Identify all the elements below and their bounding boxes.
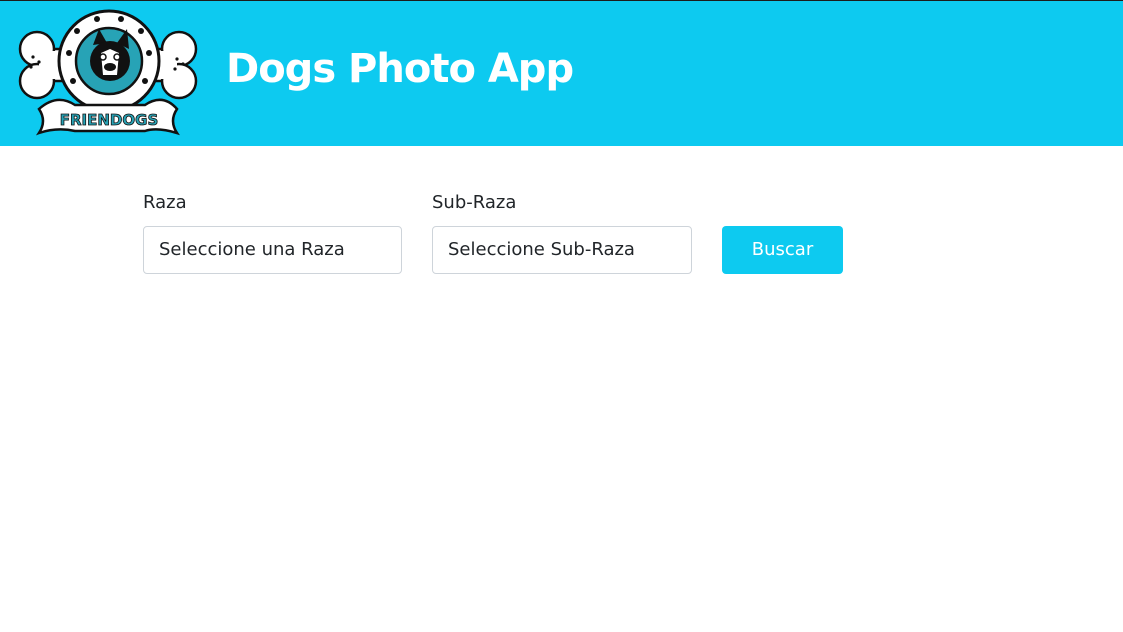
logo-text: FRIENDOGS (60, 111, 159, 129)
sub-breed-label: Sub-Raza (432, 192, 517, 213)
friendogs-logo: FRIENDOGS (17, 9, 199, 139)
search-button[interactable]: Buscar (722, 226, 843, 274)
app-title: Dogs Photo App (226, 46, 574, 92)
breed-select[interactable]: Seleccione una Raza (143, 226, 402, 274)
search-form: Raza Seleccione una Raza Sub-Raza Selecc… (0, 146, 1123, 632)
breed-label: Raza (143, 192, 187, 213)
app-header: FRIENDOGS Dogs Photo App (0, 1, 1123, 146)
sub-breed-select[interactable]: Seleccione Sub-Raza (432, 226, 692, 274)
